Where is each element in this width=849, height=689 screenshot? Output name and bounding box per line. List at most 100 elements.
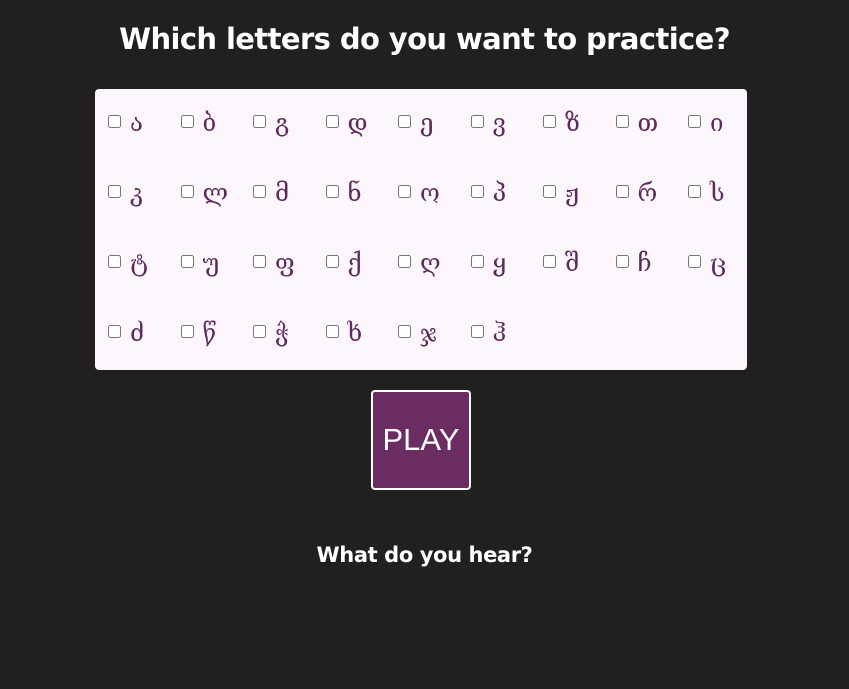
letter-option[interactable]: ძ bbox=[105, 315, 178, 355]
letter-label: უ bbox=[202, 249, 220, 277]
letter-option[interactable]: ჩ bbox=[613, 245, 686, 285]
letter-checkbox[interactable] bbox=[398, 255, 411, 268]
letter-checkbox[interactable] bbox=[108, 325, 121, 338]
letter-label: ზ bbox=[565, 109, 580, 137]
letter-option[interactable]: ღ bbox=[395, 245, 468, 285]
letter-option[interactable]: მ bbox=[250, 175, 323, 215]
letter-label: ჯ bbox=[420, 319, 437, 347]
letter-option[interactable]: კ bbox=[105, 175, 178, 215]
letter-option[interactable]: ნ bbox=[323, 175, 396, 215]
letter-checkbox[interactable] bbox=[470, 185, 484, 198]
letter-label: ხ bbox=[347, 319, 363, 347]
letter-option[interactable]: ჯ bbox=[395, 315, 468, 355]
letter-checkbox[interactable] bbox=[253, 325, 266, 338]
letter-selection-panel: ა ბ გ დ ე ვ ზ თ ი კ ლ მ ნ ო პ ჟ რ ს ტ უ ფ ქ ღ ყ შ ჩ ც ძ წ ჭ ხ ჯ ჰ bbox=[95, 89, 747, 370]
letter-checkbox[interactable] bbox=[470, 115, 484, 128]
letter-checkbox[interactable] bbox=[615, 115, 629, 128]
letter-option[interactable]: ჭ bbox=[250, 315, 323, 355]
letter-option[interactable]: რ bbox=[613, 175, 686, 215]
letter-option[interactable]: ო bbox=[395, 175, 468, 215]
letter-checkbox[interactable] bbox=[253, 185, 266, 198]
letter-label: ძ bbox=[130, 319, 145, 347]
letter-label: მ bbox=[275, 179, 290, 207]
letter-checkbox[interactable] bbox=[615, 185, 629, 198]
letter-label: ნ bbox=[347, 179, 362, 207]
letter-label: შ bbox=[565, 249, 580, 277]
letter-option[interactable]: ქ bbox=[323, 245, 396, 285]
letter-checkbox[interactable] bbox=[688, 115, 701, 128]
letter-label: ჩ bbox=[637, 249, 652, 277]
letter-checkbox[interactable] bbox=[180, 255, 194, 268]
letter-label: ჭ bbox=[275, 319, 289, 347]
letter-checkbox[interactable] bbox=[325, 185, 339, 198]
letter-option[interactable]: ე bbox=[395, 105, 468, 145]
letter-checkbox[interactable] bbox=[325, 255, 339, 268]
letter-checkbox[interactable] bbox=[325, 325, 339, 338]
letter-label: ა bbox=[130, 109, 143, 137]
page-title: Which letters do you want to practice? bbox=[119, 22, 730, 56]
letter-label: ე bbox=[420, 109, 434, 137]
letter-option[interactable]: დ bbox=[323, 105, 396, 145]
letter-checkbox[interactable] bbox=[253, 115, 266, 128]
letter-label: წ bbox=[202, 319, 217, 347]
letter-option[interactable]: ყ bbox=[468, 245, 541, 285]
letter-option[interactable]: პ bbox=[468, 175, 541, 215]
letter-option[interactable]: ვ bbox=[468, 105, 541, 145]
letter-option[interactable]: ც bbox=[685, 245, 758, 285]
letter-option[interactable]: ბ bbox=[178, 105, 251, 145]
letter-label: ვ bbox=[492, 109, 506, 137]
letter-label: ბ bbox=[202, 109, 217, 137]
letter-option[interactable]: ლ bbox=[178, 175, 251, 215]
letter-checkbox[interactable] bbox=[470, 255, 484, 268]
letter-label: ტ bbox=[130, 249, 148, 277]
letter-checkbox[interactable] bbox=[325, 115, 339, 128]
letter-option[interactable]: უ bbox=[178, 245, 251, 285]
letter-checkbox[interactable] bbox=[108, 115, 121, 128]
letter-checkbox[interactable] bbox=[180, 185, 194, 198]
letter-checkbox[interactable] bbox=[543, 185, 556, 198]
letter-checkbox[interactable] bbox=[615, 255, 629, 268]
letter-label: გ bbox=[275, 109, 290, 137]
letter-label: რ bbox=[637, 179, 658, 207]
letter-label: ქ bbox=[347, 249, 362, 277]
letter-label: ჰ bbox=[492, 319, 507, 347]
letter-checkbox[interactable] bbox=[543, 115, 556, 128]
letter-checkbox[interactable] bbox=[108, 255, 121, 268]
letter-option[interactable]: ი bbox=[685, 105, 758, 145]
letter-label: ჟ bbox=[565, 179, 579, 207]
letter-label: ს bbox=[710, 179, 725, 207]
play-button[interactable]: PLAY bbox=[371, 390, 471, 490]
letter-option[interactable]: ხ bbox=[323, 315, 396, 355]
letter-label: ო bbox=[420, 179, 440, 207]
letter-label: ი bbox=[710, 109, 724, 137]
letter-option[interactable]: შ bbox=[540, 245, 613, 285]
letter-checkbox[interactable] bbox=[398, 185, 411, 198]
letter-checkbox[interactable] bbox=[398, 115, 411, 128]
letter-option[interactable]: ს bbox=[685, 175, 758, 215]
letter-checkbox[interactable] bbox=[543, 255, 556, 268]
letter-checkbox[interactable] bbox=[180, 325, 194, 338]
letter-checkbox[interactable] bbox=[253, 255, 266, 268]
letter-option[interactable]: წ bbox=[178, 315, 251, 355]
letter-checkbox[interactable] bbox=[688, 185, 701, 198]
letter-option[interactable]: თ bbox=[613, 105, 686, 145]
question-prompt: What do you hear? bbox=[316, 543, 533, 567]
letter-option[interactable]: ა bbox=[105, 105, 178, 145]
letter-option[interactable]: ჰ bbox=[468, 315, 541, 355]
letter-label: ც bbox=[710, 249, 727, 277]
letter-label: დ bbox=[347, 109, 368, 137]
letter-option[interactable]: ფ bbox=[250, 245, 323, 285]
letter-label: პ bbox=[492, 179, 507, 207]
letter-option[interactable]: გ bbox=[250, 105, 323, 145]
letter-grid: ა ბ გ დ ე ვ ზ თ ი კ ლ მ ნ ო პ ჟ რ ს ტ უ ფ ქ ღ ყ შ ჩ ც ძ წ ჭ ხ ჯ ჰ bbox=[105, 105, 758, 385]
letter-checkbox[interactable] bbox=[108, 185, 121, 198]
letter-checkbox[interactable] bbox=[470, 325, 484, 338]
letter-option[interactable]: ზ bbox=[540, 105, 613, 145]
letter-checkbox[interactable] bbox=[688, 255, 701, 268]
letter-checkbox[interactable] bbox=[398, 325, 411, 338]
letter-label: თ bbox=[637, 109, 659, 137]
letter-checkbox[interactable] bbox=[180, 115, 194, 128]
letter-option[interactable]: ჟ bbox=[540, 175, 613, 215]
letter-label: კ bbox=[130, 179, 144, 207]
letter-option[interactable]: ტ bbox=[105, 245, 178, 285]
